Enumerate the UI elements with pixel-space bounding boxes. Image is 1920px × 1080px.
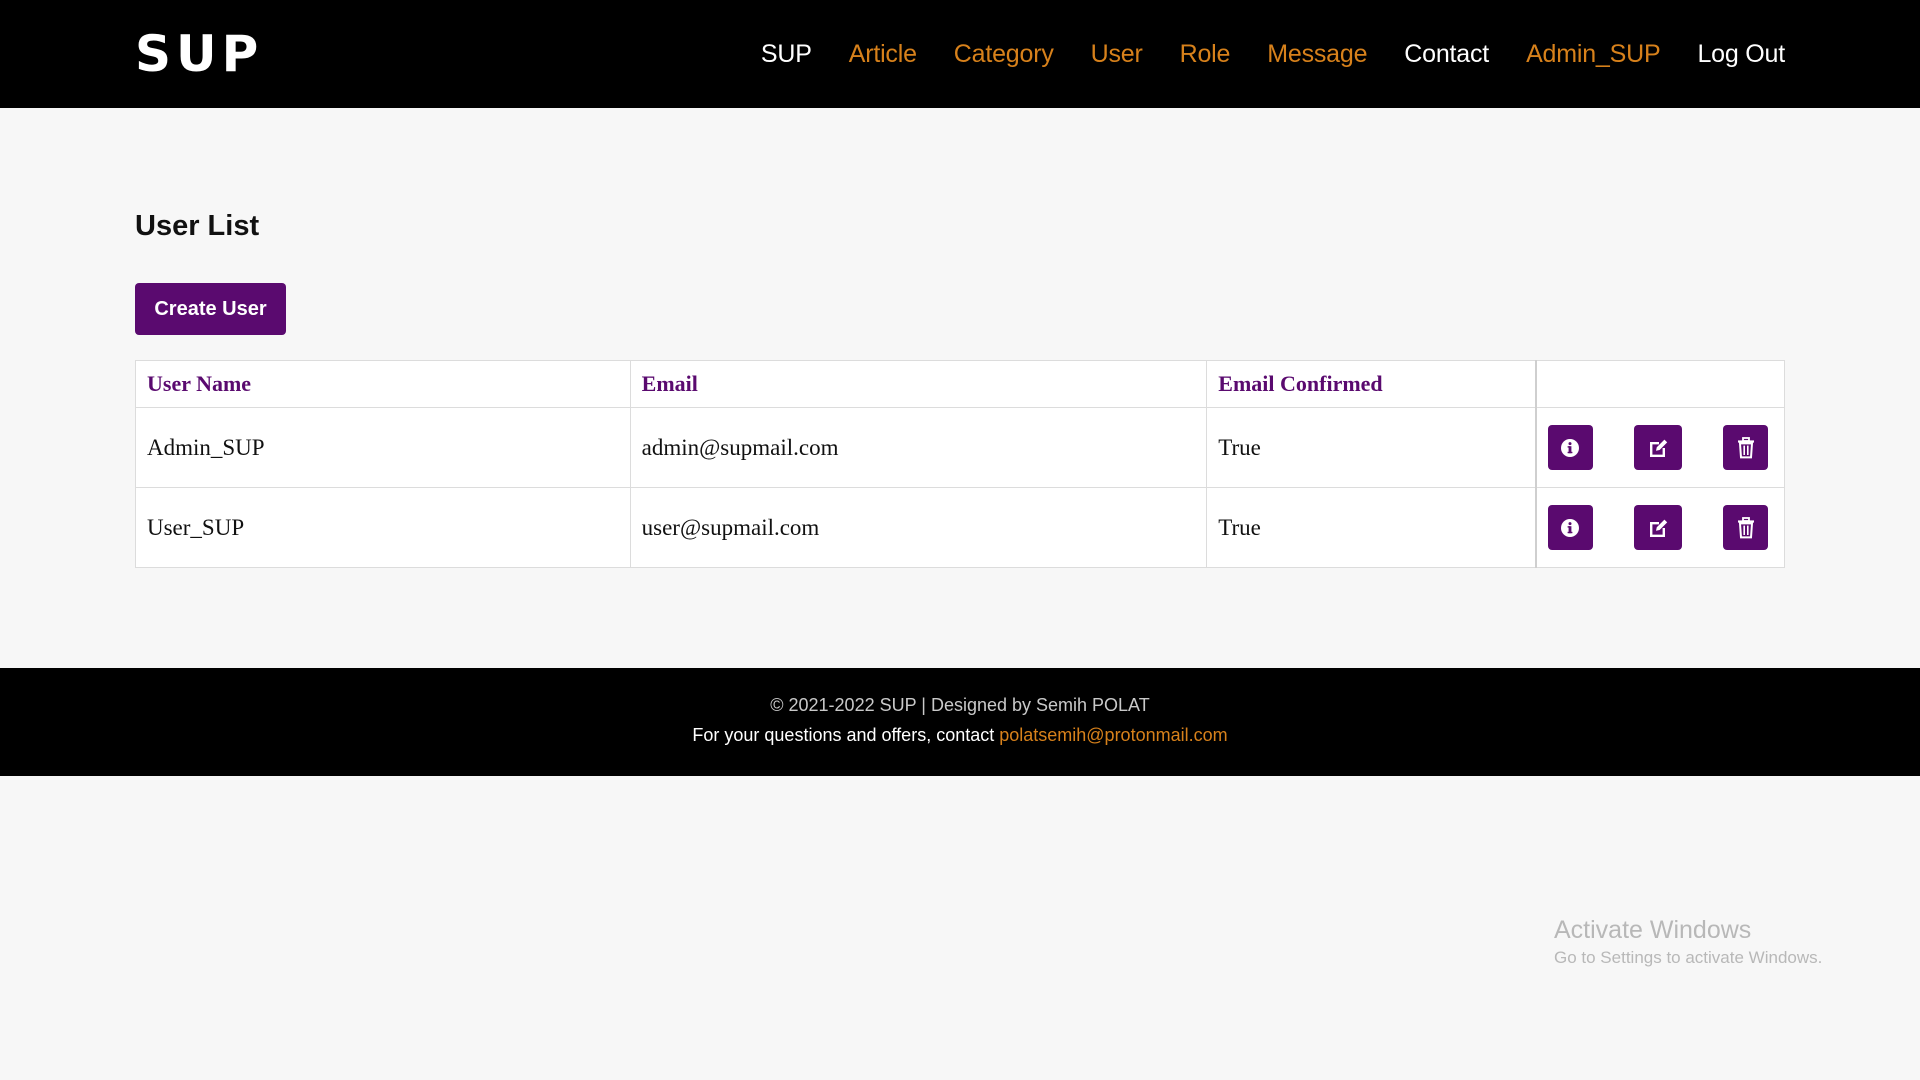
user-table: User Name Email Email Confirmed Admin_SU… — [135, 360, 1785, 568]
edit-button[interactable] — [1633, 505, 1682, 550]
column-header-actions — [1534, 360, 1785, 408]
info-icon — [1560, 518, 1580, 538]
delete-button[interactable] — [1723, 505, 1768, 550]
watermark-subtitle: Go to Settings to activate Windows. — [1554, 948, 1823, 967]
cell-user-name: Admin_SUP — [135, 407, 631, 488]
nav-item-account[interactable]: Admin_SUP — [1526, 39, 1661, 69]
nav-item-contact[interactable]: Contact — [1404, 39, 1489, 69]
details-button[interactable] — [1547, 505, 1593, 550]
trash-icon — [1736, 436, 1756, 459]
edit-icon — [1647, 437, 1669, 459]
row-actions — [1547, 425, 1773, 470]
cell-email: user@supmail.com — [629, 487, 1208, 568]
nav-item-logout[interactable]: Log Out — [1697, 39, 1785, 69]
trash-icon — [1736, 516, 1756, 539]
table-header-row: User Name Email Email Confirmed — [135, 360, 1785, 408]
footer-copyright: © 2021-2022 SUP | Designed by Semih POLA… — [770, 695, 1150, 715]
column-header-email-confirmed: Email Confirmed — [1206, 360, 1537, 408]
cell-user-name: User_SUP — [135, 487, 631, 568]
footer-contact-email-link[interactable]: polatsemih@protonmail.com — [999, 725, 1227, 745]
table-row: User_SUP user@supmail.com True — [135, 487, 1785, 568]
delete-button[interactable] — [1723, 425, 1768, 470]
edit-icon — [1647, 517, 1669, 539]
table-row: Admin_SUP admin@supmail.com True — [135, 407, 1785, 488]
footer-contact-text: For your questions and offers, contact — [692, 725, 1000, 745]
cell-email: admin@supmail.com — [629, 407, 1208, 488]
nav-item-article[interactable]: Article — [849, 39, 917, 69]
site-header: SUP SUP Article Category User Role Messa… — [0, 0, 1920, 108]
details-button[interactable] — [1547, 425, 1593, 470]
page-title: User List — [135, 210, 260, 242]
watermark-title: Activate Windows — [1554, 916, 1752, 944]
info-icon — [1560, 438, 1580, 458]
nav-item-role[interactable]: Role — [1180, 39, 1231, 69]
nav-item-message[interactable]: Message — [1267, 39, 1367, 69]
brand-logo[interactable]: SUP — [135, 20, 263, 88]
column-header-email: Email — [629, 360, 1208, 408]
nav-item-category[interactable]: Category — [954, 39, 1054, 69]
row-actions — [1547, 505, 1773, 550]
cell-email-confirmed: True — [1206, 487, 1537, 568]
cell-actions — [1534, 407, 1785, 488]
footer-contact: For your questions and offers, contact p… — [0, 723, 1920, 747]
edit-button[interactable] — [1633, 425, 1682, 470]
column-header-user-name: User Name — [135, 360, 631, 408]
create-user-button[interactable]: Create User — [135, 283, 286, 335]
cell-email-confirmed: True — [1206, 407, 1537, 488]
nav-item-sup[interactable]: SUP — [761, 39, 812, 69]
nav-item-user[interactable]: User — [1091, 39, 1143, 69]
cell-actions — [1534, 487, 1785, 568]
main-nav: SUP Article Category User Role Message C… — [761, 0, 1785, 108]
site-footer: © 2021-2022 SUP | Designed by Semih POLA… — [0, 668, 1920, 776]
windows-activation-watermark: Activate Windows Go to Settings to activ… — [1554, 914, 1822, 970]
